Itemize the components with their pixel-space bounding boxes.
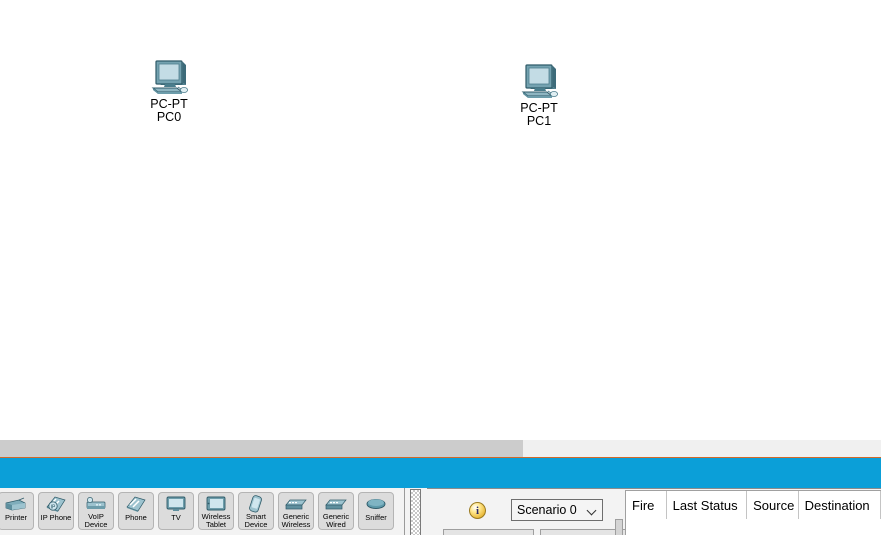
generic-wireless-icon: [285, 494, 307, 513]
new-scenario-button[interactable]: [443, 529, 534, 535]
svg-text:IP: IP: [51, 505, 56, 511]
palette-button-label: IP Phone: [40, 513, 72, 522]
event-list-column-header[interactable]: Destination: [799, 491, 881, 519]
event-list-column-header[interactable]: Last Status: [667, 491, 748, 519]
event-list-body: [626, 519, 881, 535]
device-node-pc1[interactable]: PC-PT PC1: [494, 60, 584, 128]
simulation-panel: i Scenario 0 Fire Last Status Source Destin…: [427, 488, 881, 535]
event-list-left-stub: [615, 519, 623, 535]
ip-phone-icon: IP: [45, 494, 67, 514]
palette-button-label: VoIP Device: [84, 512, 108, 529]
device-node-pc0[interactable]: PC-PT PC0: [124, 56, 214, 124]
event-list-header-row: Fire Last Status Source Destination: [626, 491, 881, 519]
wireless-tablet-icon: [205, 494, 227, 513]
pc-desktop-icon: [494, 60, 584, 102]
pc-desktop-icon: [124, 56, 214, 98]
palette-button-label: Printer: [4, 513, 28, 522]
device-name-label: PC1: [526, 114, 552, 128]
palette-button-generic-wireless[interactable]: Generic Wireless: [278, 492, 314, 530]
sniffer-icon: [365, 494, 387, 514]
event-list-table: Fire Last Status Source Destination: [625, 490, 881, 535]
palette-button-phone[interactable]: Phone: [118, 492, 154, 530]
palette-button-label: Phone: [125, 513, 147, 522]
palette-button-generic-wired[interactable]: Generic Wired: [318, 492, 354, 530]
palette-button-label: Generic Wired: [322, 512, 350, 529]
simulation-controls: i Scenario 0: [435, 489, 631, 535]
palette-button-label: Sniffer: [365, 513, 387, 522]
generic-wired-icon: [325, 494, 347, 513]
panel-splitter[interactable]: [404, 488, 428, 535]
device-name-label: PC0: [156, 110, 182, 124]
palette-button-label: Wireless Tablet: [201, 512, 231, 529]
voip-device-icon: [85, 494, 107, 513]
device-type-palette: Printer IP IP Phone VoIP Device Phone TV Wirel…: [0, 488, 400, 535]
palette-button-ip-phone[interactable]: IP IP Phone: [38, 492, 74, 530]
splitter-grip-icon[interactable]: [410, 489, 421, 535]
event-list-column-header[interactable]: Fire: [626, 491, 667, 519]
tv-icon: [165, 494, 187, 514]
bottom-region: Printer IP IP Phone VoIP Device Phone TV Wirel…: [0, 488, 881, 535]
palette-button-wireless-tablet[interactable]: Wireless Tablet: [198, 492, 234, 530]
horizontal-scrollbar-thumb[interactable]: [0, 440, 523, 457]
phone-icon: [125, 494, 147, 514]
printer-icon: [5, 494, 27, 514]
horizontal-scrollbar[interactable]: [0, 440, 881, 457]
palette-button-label: TV: [171, 513, 181, 522]
palette-button-smart-device[interactable]: Smart Device: [238, 492, 274, 530]
info-icon[interactable]: i: [469, 502, 486, 519]
scenario-action-buttons: [443, 529, 631, 535]
smart-device-icon: [245, 494, 267, 513]
palette-button-sniffer[interactable]: Sniffer: [358, 492, 394, 530]
logical-workspace-canvas[interactable]: PC-PT PC0 PC-PT PC1: [0, 0, 881, 440]
palette-button-label: Smart Device: [244, 512, 268, 529]
palette-button-tv[interactable]: TV: [158, 492, 194, 530]
event-list-column-header[interactable]: Source: [747, 491, 799, 519]
palette-button-printer[interactable]: Printer: [0, 492, 34, 530]
scenario-dropdown[interactable]: Scenario 0: [511, 499, 603, 521]
packet-tracer-window: PC-PT PC0 PC-PT PC1 Printer IP IP Phone …: [0, 0, 881, 535]
palette-button-label: Generic Wireless: [281, 512, 311, 529]
scenario-selected-label: Scenario 0: [517, 503, 577, 517]
highlight-band: [0, 457, 881, 489]
palette-button-voip-device[interactable]: VoIP Device: [78, 492, 114, 530]
chevron-down-icon: [588, 506, 597, 515]
